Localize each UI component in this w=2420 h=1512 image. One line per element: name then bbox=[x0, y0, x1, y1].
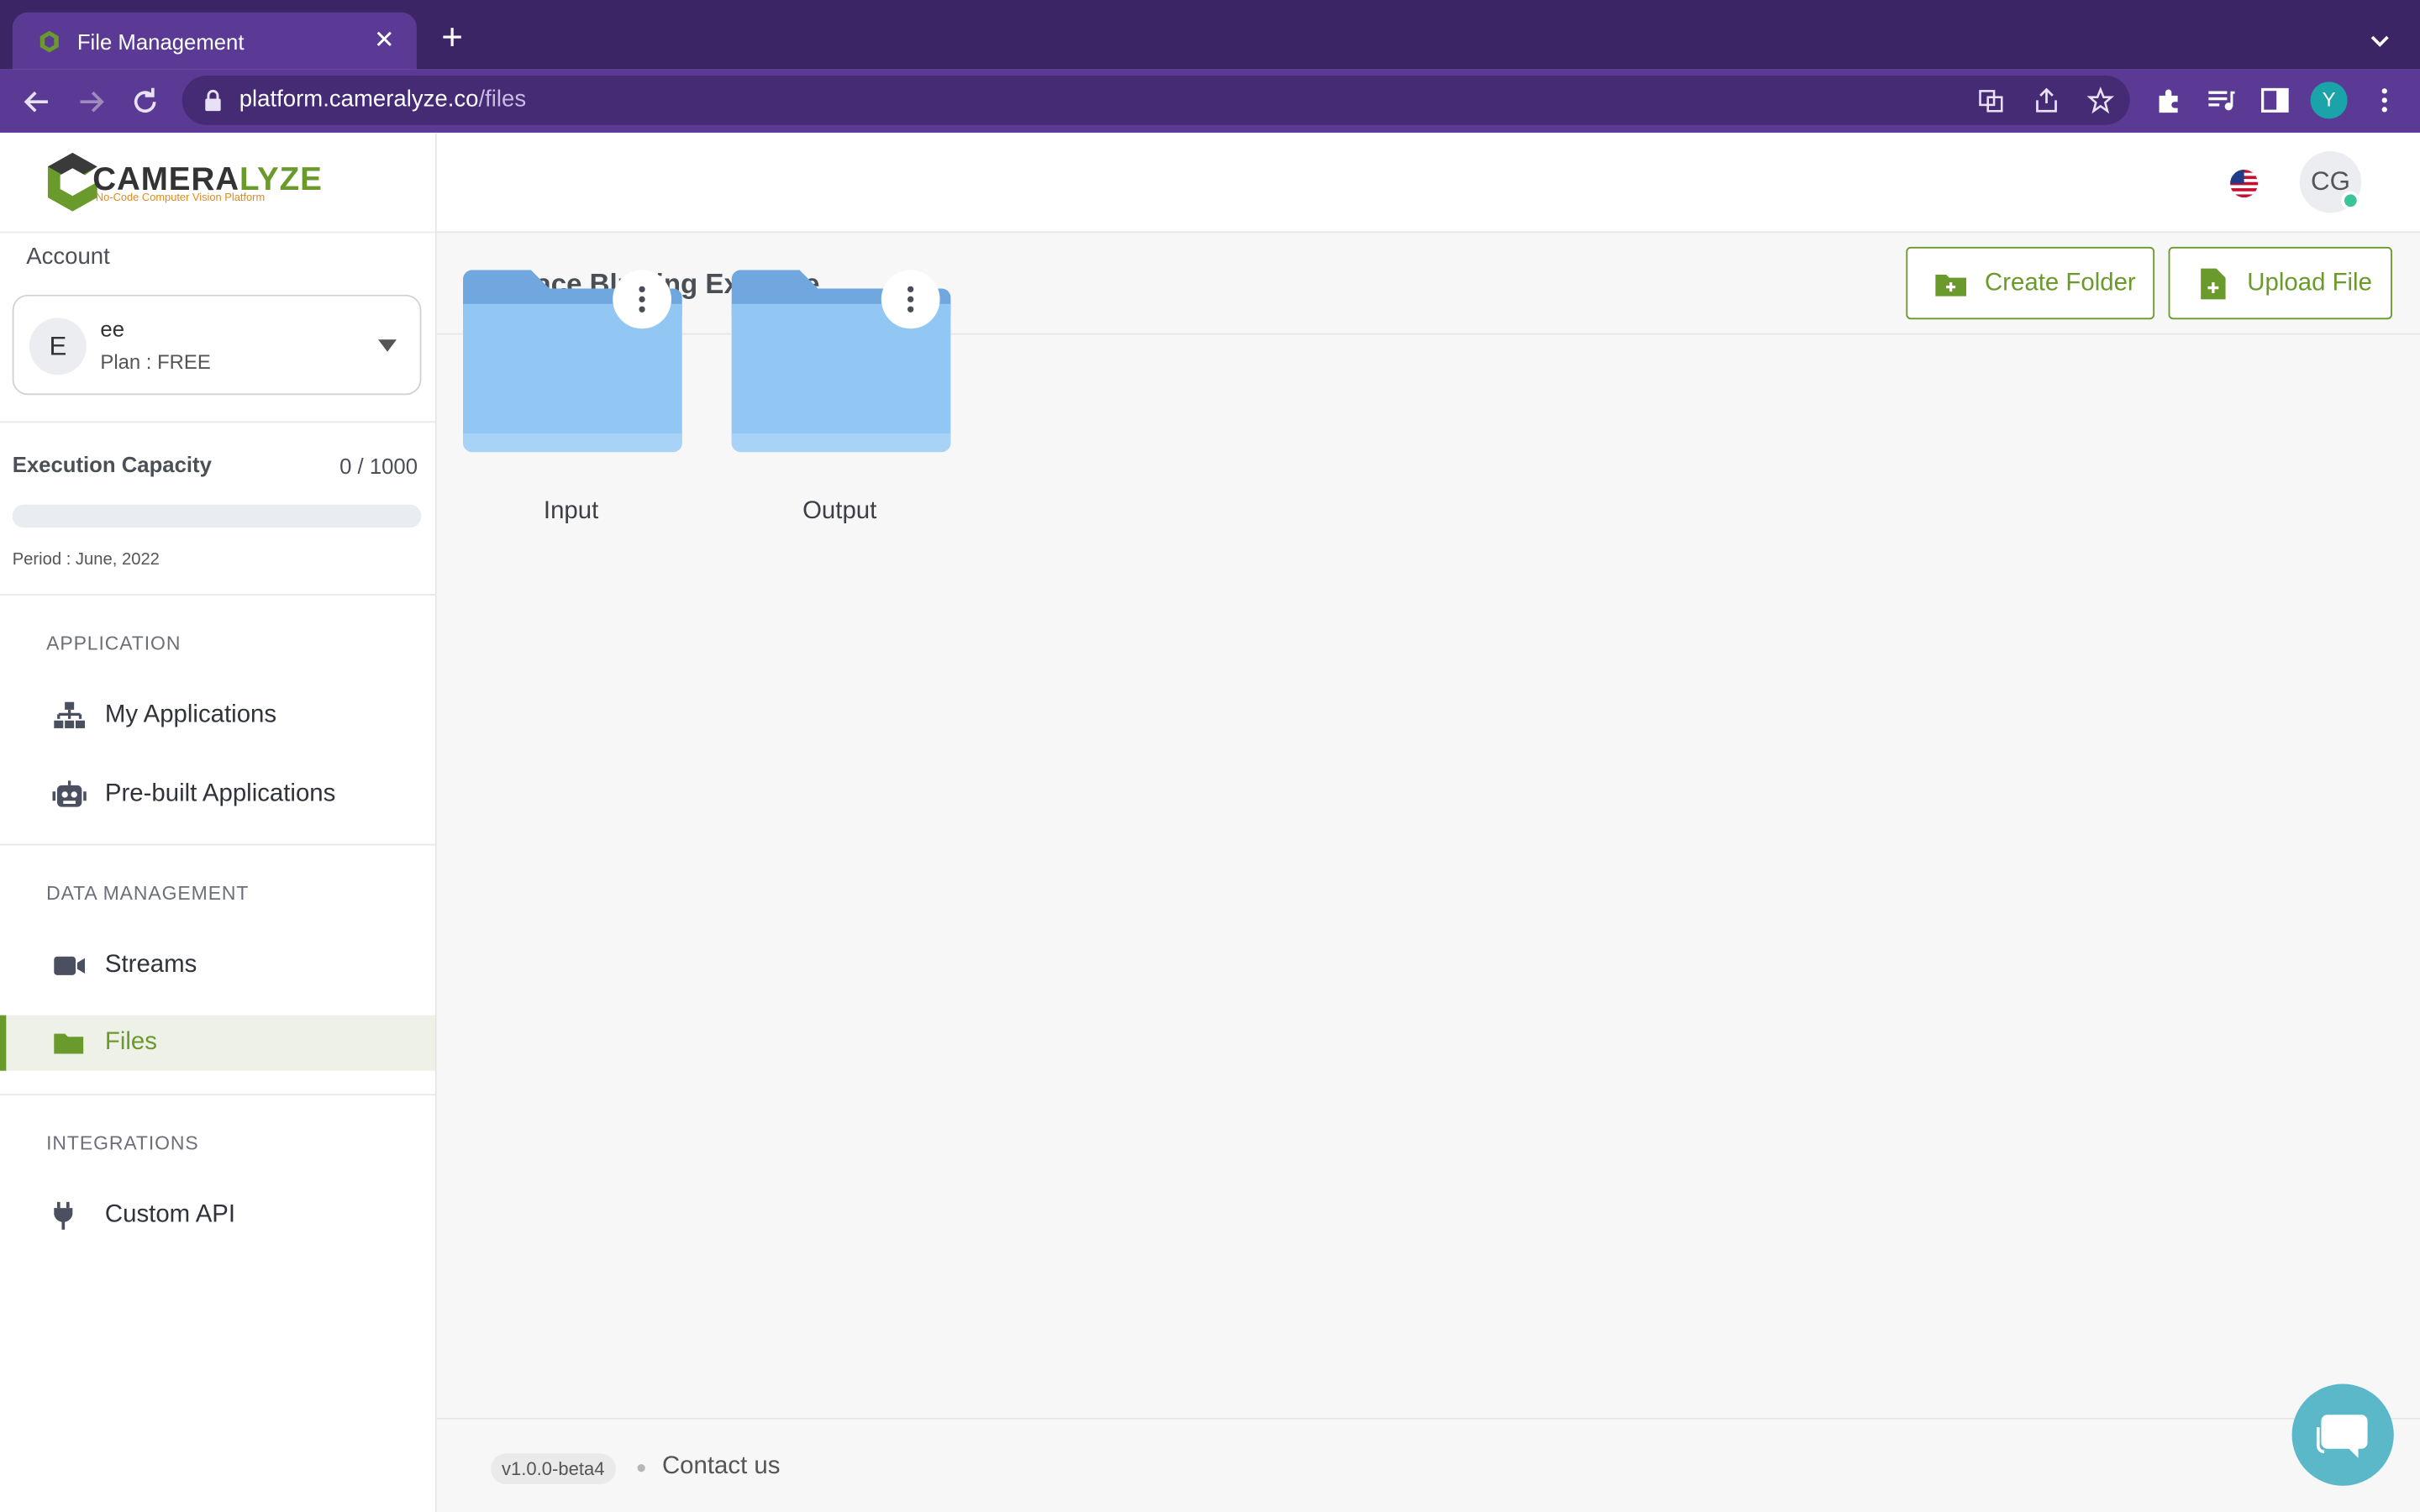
video-camera-icon bbox=[54, 956, 86, 975]
main-content: Face Blurring Example Create Folder Uplo… bbox=[436, 233, 2420, 1512]
translate-icon[interactable] bbox=[1977, 87, 2005, 114]
app-header: CG bbox=[436, 132, 2420, 234]
version-badge: v1.0.0-beta4 bbox=[491, 1453, 616, 1484]
vertical-dots-icon bbox=[908, 286, 914, 312]
folder-icon bbox=[54, 1033, 84, 1054]
folder-item-input[interactable]: Input bbox=[463, 270, 682, 539]
lock-icon bbox=[205, 89, 221, 112]
footer: v1.0.0-beta4 Contact us bbox=[436, 1417, 2420, 1512]
folder-plus-icon bbox=[1935, 274, 1967, 296]
tab-search-chevron-icon[interactable] bbox=[2365, 24, 2396, 55]
sidebar-item-streams[interactable]: Streams bbox=[0, 938, 435, 994]
share-icon[interactable] bbox=[2033, 87, 2060, 114]
create-folder-button[interactable]: Create Folder bbox=[1906, 246, 2155, 320]
robot-icon bbox=[52, 780, 87, 807]
tab-title: File Management bbox=[76, 28, 245, 54]
sidebar-item-label: Custom API bbox=[104, 1201, 236, 1229]
folder-item-output[interactable]: Output bbox=[731, 270, 951, 539]
forward-arrow-icon[interactable] bbox=[72, 83, 109, 120]
cameralyze-logo-icon bbox=[47, 152, 97, 212]
bookmark-star-icon[interactable] bbox=[2086, 87, 2115, 114]
account-plan: Plan : FREE bbox=[100, 349, 211, 374]
nav-section-data-management: DATA MANAGEMENT bbox=[46, 882, 250, 905]
sidebar-item-prebuilt-applications[interactable]: Pre-built Applications bbox=[0, 767, 435, 822]
sidebar-item-label: Streams bbox=[104, 952, 197, 979]
sidebar-item-my-applications[interactable]: My Applications bbox=[0, 688, 435, 743]
back-arrow-icon[interactable] bbox=[18, 83, 55, 120]
chat-widget-button[interactable] bbox=[2291, 1383, 2394, 1486]
footer-separator bbox=[637, 1464, 645, 1473]
sitemap-icon bbox=[54, 701, 86, 728]
folder-options-button[interactable] bbox=[613, 270, 671, 329]
us-flag-icon[interactable] bbox=[2230, 170, 2259, 198]
side-panel-icon[interactable] bbox=[2260, 85, 2291, 116]
browser-menu-icon[interactable] bbox=[2369, 85, 2400, 116]
sidebar-item-label: Pre-built Applications bbox=[104, 780, 336, 807]
file-plus-icon bbox=[2201, 267, 2226, 299]
upload-file-button[interactable]: Upload File bbox=[2168, 246, 2392, 320]
folder-options-button[interactable] bbox=[881, 270, 940, 329]
cameralyze-favicon-icon bbox=[39, 29, 59, 52]
sidebar-item-files[interactable]: Files bbox=[0, 1015, 435, 1071]
sidebar-item-label: My Applications bbox=[104, 701, 277, 728]
sidebar-item-custom-api[interactable]: Custom API bbox=[0, 1188, 435, 1243]
reload-icon[interactable] bbox=[127, 83, 164, 120]
online-status-dot bbox=[2341, 191, 2360, 210]
browser-tabstrip: File Management ✕ + bbox=[0, 0, 2420, 70]
account-name: ee bbox=[100, 316, 125, 341]
folder-name: Input bbox=[543, 498, 599, 525]
plug-icon bbox=[54, 1201, 73, 1230]
browser-profile-avatar[interactable]: Y bbox=[2310, 81, 2348, 119]
execution-capacity-value: 0 / 1000 bbox=[339, 454, 418, 479]
execution-capacity-bar bbox=[12, 504, 422, 528]
account-section-label: Account bbox=[26, 244, 110, 270]
address-bar[interactable]: platform.cameralyze.co/files bbox=[182, 76, 2130, 125]
contact-us-link[interactable]: Contact us bbox=[662, 1453, 780, 1481]
capacity-period: Period : June, 2022 bbox=[12, 550, 160, 570]
nav-section-integrations: INTEGRATIONS bbox=[46, 1132, 199, 1154]
sidebar-item-label: Files bbox=[104, 1029, 157, 1056]
account-avatar: E bbox=[29, 318, 87, 375]
sidebar-divider bbox=[0, 421, 435, 423]
folder-name: Output bbox=[802, 498, 877, 525]
caret-down-icon[interactable] bbox=[378, 339, 397, 352]
vertical-dots-icon bbox=[639, 286, 645, 312]
brand-logo[interactable]: CAMERALYZE No-Code Computer Vision Platf… bbox=[0, 133, 435, 234]
brand-tagline: No-Code Computer Vision Platform bbox=[95, 192, 266, 204]
chat-icon bbox=[2316, 1415, 2368, 1458]
url-text: platform.cameralyze.co/files bbox=[239, 86, 527, 113]
browser-tab[interactable]: File Management ✕ bbox=[12, 12, 417, 70]
sidebar-divider bbox=[0, 1094, 435, 1096]
extensions-puzzle-icon[interactable] bbox=[2153, 85, 2184, 116]
browser-toolbar: platform.cameralyze.co/files Y bbox=[0, 69, 2420, 133]
sidebar-divider bbox=[0, 843, 435, 846]
media-queue-icon[interactable] bbox=[2206, 85, 2237, 116]
account-switcher[interactable]: E ee Plan : FREE bbox=[12, 294, 422, 396]
sidebar-divider bbox=[0, 594, 435, 596]
new-tab-icon[interactable]: + bbox=[435, 19, 469, 56]
nav-section-application: APPLICATION bbox=[46, 633, 182, 654]
tab-close-icon[interactable]: ✕ bbox=[371, 27, 398, 55]
sidebar: CAMERALYZE No-Code Computer Vision Platf… bbox=[0, 132, 437, 1512]
execution-capacity-label: Execution Capacity bbox=[12, 452, 212, 477]
